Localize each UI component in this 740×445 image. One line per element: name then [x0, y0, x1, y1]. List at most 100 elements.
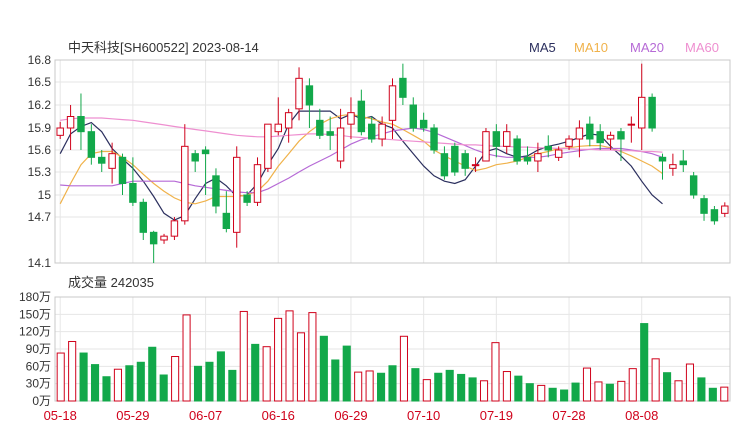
candle-body [482, 131, 490, 162]
candle [503, 124, 511, 154]
candle-body [357, 100, 366, 133]
candle-body [461, 153, 469, 169]
x-tick-label: 07-10 [407, 408, 440, 423]
candle [295, 67, 303, 121]
volume-bar [308, 312, 317, 402]
volume-bar [296, 332, 306, 402]
candle [253, 157, 262, 206]
candle [492, 124, 501, 158]
candle [149, 230, 158, 263]
candle-body [513, 138, 521, 162]
candle-body [170, 220, 179, 237]
candle-body [326, 131, 334, 136]
candle [409, 97, 417, 132]
candle [139, 198, 147, 240]
candle-body [191, 153, 199, 162]
candle-body [336, 127, 345, 162]
volume-y-tick-label: 120万 [19, 325, 51, 339]
kline-chart: 中天科技[SH600522] 2023-08-14 MA5 MA10 MA20 MA6… [19, 40, 731, 423]
volume-y-tick-label: 30万 [26, 377, 51, 391]
price-y-tick-label: 14.1 [28, 256, 52, 270]
candle-body [274, 123, 282, 133]
volume-bar [399, 335, 408, 402]
volume-bar [274, 317, 283, 402]
candle [482, 128, 490, 162]
volume-bar [411, 368, 420, 402]
volume-bar [125, 365, 134, 402]
candle-body [368, 123, 376, 140]
candle-body [617, 131, 625, 140]
volume-bar [319, 335, 328, 402]
volume-bar [251, 343, 260, 402]
x-tick-label: 07-19 [480, 408, 513, 423]
candle-body [316, 119, 324, 136]
candle [212, 168, 220, 214]
candle [679, 150, 687, 172]
volume-bar [651, 358, 660, 402]
candle [264, 123, 272, 172]
volume-bar [628, 368, 637, 402]
legend-item-ma10: MA10 [574, 40, 608, 55]
candle [347, 97, 355, 139]
candle [513, 135, 521, 165]
x-axis: 05-18 05-29 06-07 06-16 06-29 07-10 07-19 07-28… [44, 408, 659, 423]
volume-y-tick-label: 180万 [19, 290, 51, 304]
candle-body [222, 212, 231, 229]
price-y-tick-label: 15.9 [28, 121, 52, 135]
candle-body [108, 153, 116, 169]
x-tick-label: 05-18 [44, 408, 77, 423]
candle [243, 191, 251, 206]
candle [66, 105, 75, 150]
volume-bar [216, 351, 225, 402]
candle [191, 150, 199, 172]
candle [627, 116, 636, 143]
volume-bar [582, 367, 592, 402]
price-y-tick-label: 15.3 [28, 165, 52, 179]
candle-body [471, 164, 480, 167]
candle [274, 97, 282, 136]
candle-body [77, 116, 85, 133]
candle-body [118, 156, 127, 184]
candle [316, 108, 324, 139]
volume-bar [697, 377, 706, 402]
volume-title: 成交量 242035 [68, 275, 154, 290]
volume-bar [205, 361, 214, 402]
volume-bar [285, 310, 294, 402]
candle [108, 142, 116, 184]
candle [357, 89, 366, 136]
volume-bar [68, 340, 77, 402]
candle [399, 63, 407, 105]
candle-body [710, 209, 719, 222]
volume-bar [342, 345, 351, 402]
volume-bar [239, 310, 248, 402]
volume-bar [422, 379, 431, 402]
candle [160, 233, 168, 244]
volume-bar [228, 369, 237, 402]
candle-body [264, 123, 272, 169]
volume-y-tick-label: 150万 [19, 307, 51, 321]
volume-bar [548, 387, 557, 402]
chart-title: 中天科技[SH600522] 2023-08-14 [68, 40, 259, 55]
candle-body [201, 149, 210, 155]
candle-body [689, 175, 698, 196]
volume-bar [331, 359, 340, 402]
volume-bar [193, 365, 203, 402]
price-y-tick-label: 16.2 [28, 98, 52, 112]
candle [87, 124, 96, 165]
volume-bar [663, 372, 672, 402]
volume-bar [640, 323, 649, 402]
candle-body [388, 85, 397, 121]
candle-body [378, 123, 386, 140]
candle-body [56, 127, 64, 136]
x-tick-label: 06-07 [189, 408, 222, 423]
price-y-tick-label: 15 [38, 188, 52, 202]
candle [710, 206, 719, 225]
x-tick-label: 05-29 [116, 408, 149, 423]
volume-y-tick-label: 0万 [32, 394, 51, 408]
candle-body [586, 123, 594, 140]
legend-item-ma60: MA60 [685, 40, 719, 55]
legend: MA5 MA10 MA20 MA60 [529, 40, 719, 55]
candle [430, 124, 438, 154]
candle [648, 93, 656, 132]
price-y-tick-label: 16.8 [28, 53, 52, 67]
